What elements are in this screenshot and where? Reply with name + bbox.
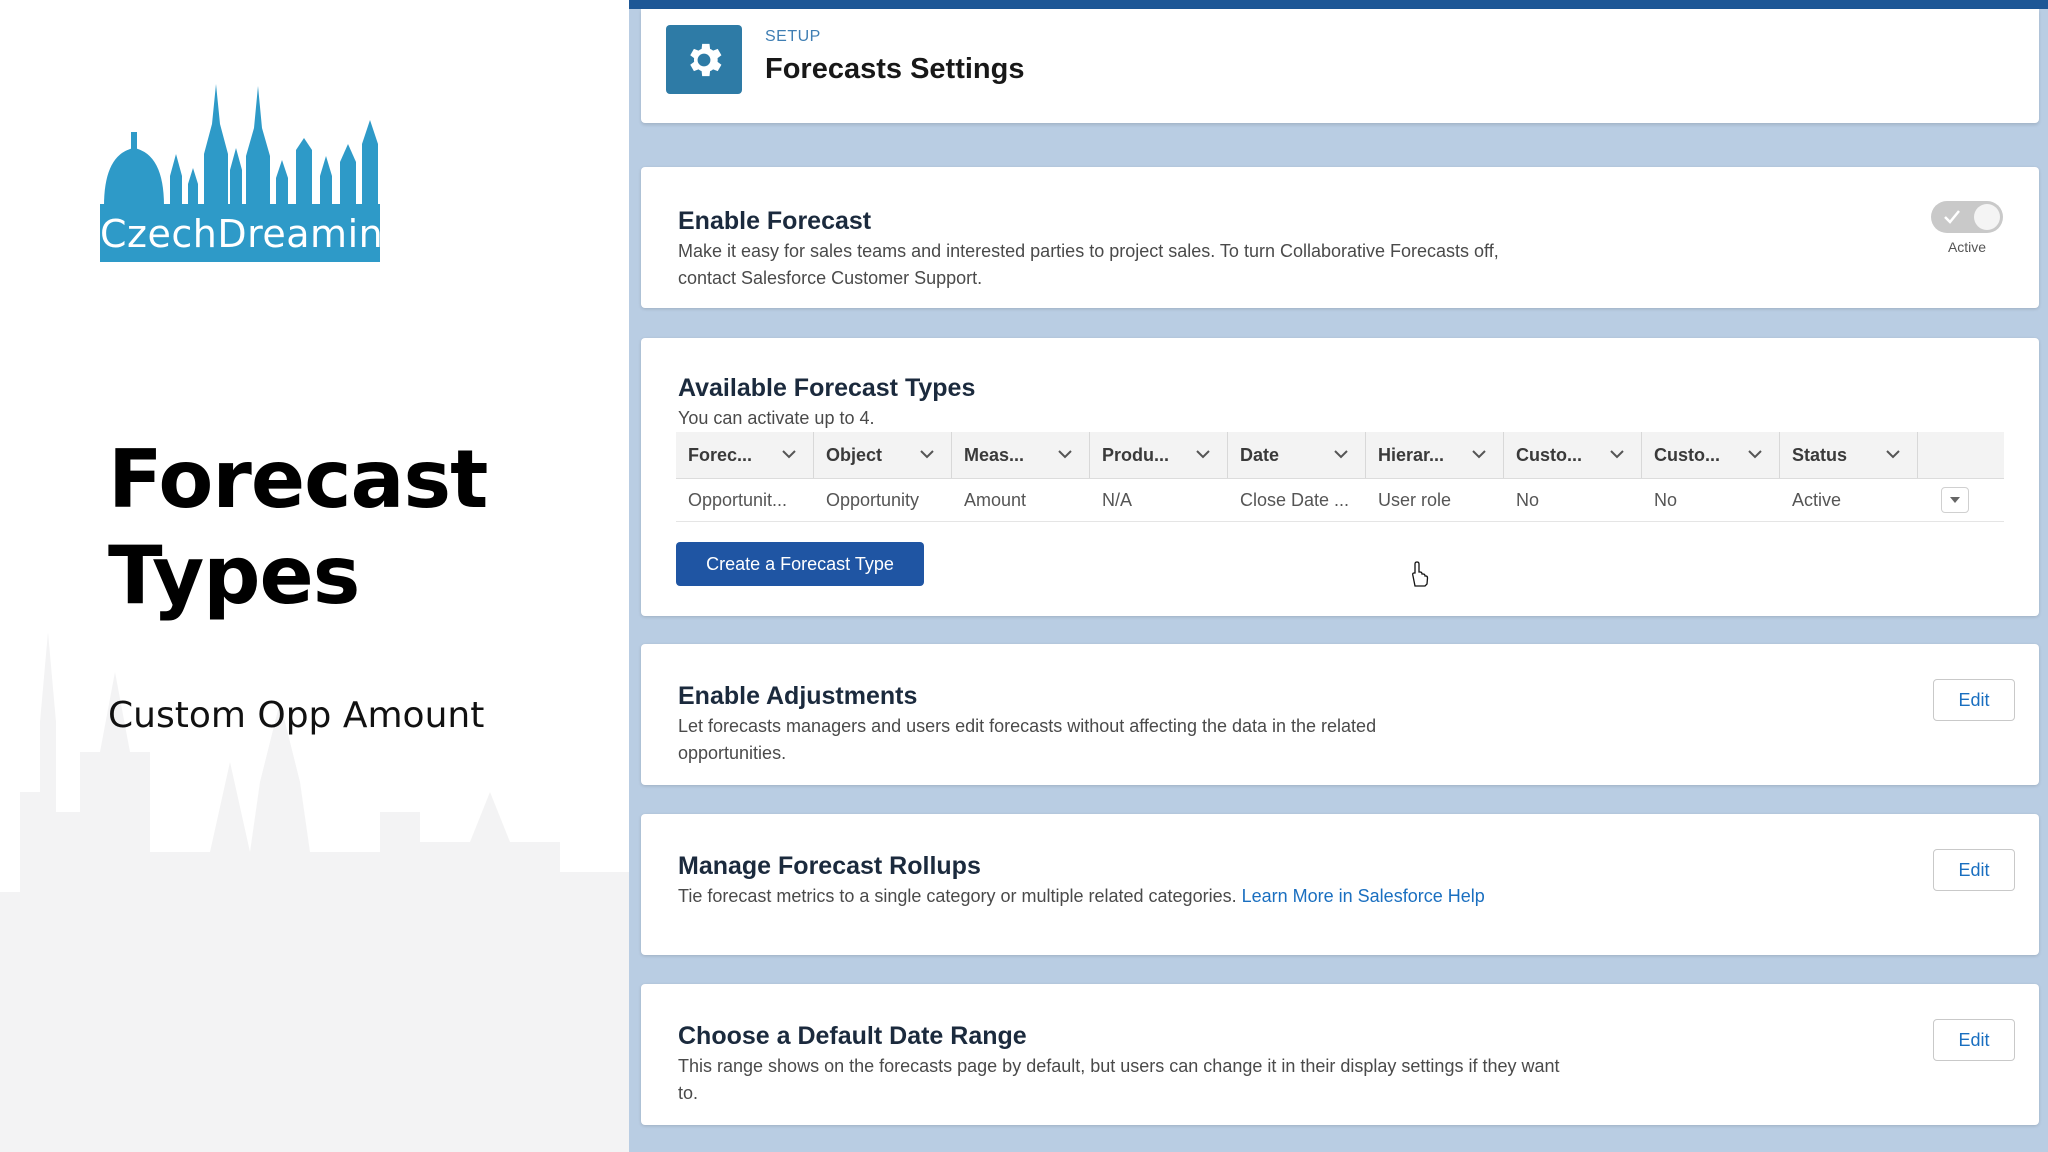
top-bar <box>629 0 2048 9</box>
enable-adjustments-title: Enable Adjustments <box>678 682 918 710</box>
check-icon <box>1944 210 1960 224</box>
chevron-down-icon[interactable] <box>1195 448 1211 460</box>
page-header: SETUP Forecasts Settings <box>641 9 2039 123</box>
column-header-custom-2[interactable]: Custo... <box>1642 432 1780 478</box>
column-header-measure[interactable]: Meas... <box>952 432 1090 478</box>
slide-panel: CzechDreamin Forecast Types Custom Opp A… <box>0 0 629 1152</box>
forecast-rollups-card: Manage Forecast Rollups Tie forecast met… <box>641 814 2039 955</box>
czechdreamin-logo: CzechDreamin <box>100 84 384 262</box>
column-header-product[interactable]: Produ... <box>1090 432 1228 478</box>
forecast-rollups-description: Tie forecast metrics to a single categor… <box>678 883 1558 910</box>
chevron-down-icon[interactable] <box>919 448 935 460</box>
cell-product: N/A <box>1102 489 1133 510</box>
column-header-date[interactable]: Date <box>1228 432 1366 478</box>
enable-adjustments-card: Enable Adjustments Let forecasts manager… <box>641 644 2039 785</box>
cell-measure: Amount <box>964 489 1027 510</box>
column-header-hierarchy[interactable]: Hierar... <box>1366 432 1504 478</box>
default-date-range-description: This range shows on the forecasts page b… <box>678 1056 1560 1103</box>
column-header-label: Custo... <box>1516 444 1582 465</box>
toggle-knob <box>1974 204 2000 230</box>
column-header-label: Status <box>1792 444 1848 465</box>
column-header-label: Date <box>1240 444 1280 465</box>
forecast-types-table: Forec... Object Meas... Produ... Date Hi… <box>676 432 2004 522</box>
salesforce-setup-screen: SETUP Forecasts Settings Enable Forecast… <box>629 0 2048 1152</box>
setup-label: SETUP <box>765 28 821 45</box>
forecast-rollups-edit-button[interactable]: Edit <box>1933 849 2015 891</box>
cell-hierarchy: User role <box>1378 489 1452 510</box>
chevron-down-icon[interactable] <box>1747 448 1763 460</box>
table-row: Opportunit... Opportunity Amount N/A Clo… <box>676 479 2004 522</box>
cell-date: Close Date ... <box>1240 489 1350 510</box>
setup-gear-icon-tile <box>666 25 742 94</box>
caret-down-icon <box>1950 497 1960 503</box>
column-header-label: Custo... <box>1654 444 1720 465</box>
chevron-down-icon[interactable] <box>1057 448 1073 460</box>
cell-custom-2: No <box>1654 489 1678 510</box>
table-header-row: Forec... Object Meas... Produ... Date Hi… <box>676 432 2004 479</box>
column-header-label: Hierar... <box>1378 444 1445 465</box>
column-header-status[interactable]: Status <box>1780 432 1918 478</box>
rollups-description-text: Tie forecast metrics to a single categor… <box>678 886 1237 906</box>
enable-adjustments-edit-button[interactable]: Edit <box>1933 679 2015 721</box>
cell-forecast-type: Opportunit... <box>688 489 788 510</box>
cell-status: Active <box>1792 489 1842 510</box>
logo-text: CzechDreamin <box>100 212 384 256</box>
enable-forecast-title: Enable Forecast <box>678 207 872 235</box>
skyline-watermark <box>0 632 629 1152</box>
default-date-range-card: Choose a Default Date Range This range s… <box>641 984 2039 1125</box>
enable-forecast-toggle[interactable] <box>1931 201 2003 233</box>
enable-adjustments-description: Let forecasts managers and users edit fo… <box>678 716 1377 763</box>
column-header-label: Object <box>826 444 883 465</box>
chevron-down-icon[interactable] <box>1333 448 1349 460</box>
page-title: Forecasts Settings <box>765 53 1025 85</box>
forecast-rollups-title: Manage Forecast Rollups <box>678 852 981 880</box>
default-date-range-edit-button[interactable]: Edit <box>1933 1019 2015 1061</box>
chevron-down-icon[interactable] <box>1609 448 1625 460</box>
row-actions-menu[interactable] <box>1941 487 1969 513</box>
column-header-label: Forec... <box>688 444 753 465</box>
cell-object: Opportunity <box>826 489 920 510</box>
default-date-range-title: Choose a Default Date Range <box>678 1022 1027 1050</box>
cell-custom-1: No <box>1516 489 1540 510</box>
chevron-down-icon[interactable] <box>781 448 797 460</box>
forecast-types-title: Available Forecast Types <box>678 374 976 402</box>
column-header-label: Produ... <box>1102 444 1169 465</box>
slide-subtitle: Custom Opp Amount <box>108 695 485 736</box>
column-header-forecast-type[interactable]: Forec... <box>676 432 814 478</box>
slide-title-line2: Types <box>108 529 360 622</box>
learn-more-help-link[interactable]: Learn More in Salesforce Help <box>1242 886 1485 906</box>
column-header-custom-1[interactable]: Custo... <box>1504 432 1642 478</box>
forecast-types-subtitle: You can activate up to 4. <box>678 408 875 428</box>
create-forecast-type-button[interactable]: Create a Forecast Type <box>676 542 924 586</box>
chevron-down-icon[interactable] <box>1471 448 1487 460</box>
column-header-object[interactable]: Object <box>814 432 952 478</box>
slide-title: Forecast Types <box>108 432 488 624</box>
slide-title-line1: Forecast <box>108 433 488 526</box>
chevron-down-icon[interactable] <box>1885 448 1901 460</box>
forecast-types-card: Available Forecast Types You can activat… <box>641 338 2039 616</box>
enable-forecast-card: Enable Forecast Make it easy for sales t… <box>641 167 2039 308</box>
hand-cursor-icon <box>1412 561 1429 587</box>
gear-icon <box>690 43 722 76</box>
toggle-status-label: Active <box>1947 239 1987 255</box>
column-header-label: Meas... <box>964 444 1025 465</box>
enable-forecast-description: Make it easy for sales teams and interes… <box>678 241 1499 288</box>
